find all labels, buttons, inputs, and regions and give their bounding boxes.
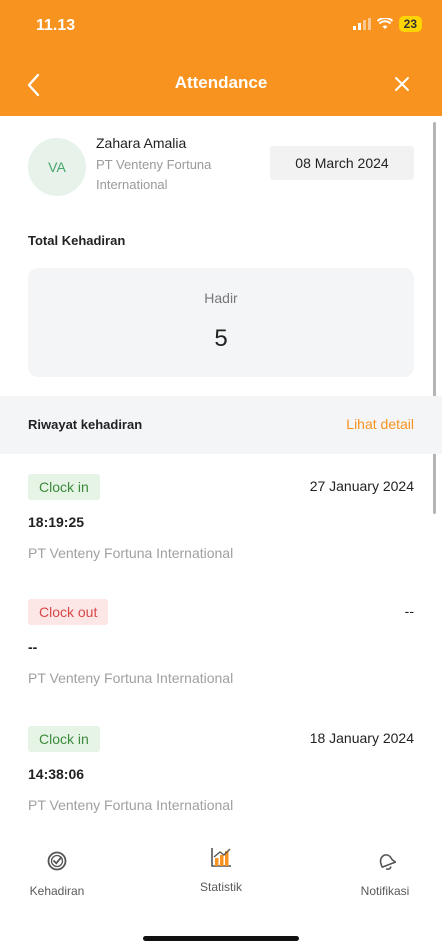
total-title: Total Kehadiran [28,233,126,248]
check-circle-icon [47,851,67,871]
entry-time: 18:19:25 [28,514,85,530]
clock-out-badge: Clock out [28,599,109,625]
list-item[interactable]: Clock out -- -- PT Venteny Fortuna Inter… [0,599,442,725]
clock-in-badge: Clock in [28,474,100,500]
tab-notifikasi[interactable]: Notifikasi [330,850,440,898]
page-title: Attendance [174,73,268,92]
history-header: Riwayat kehadiran Lihat detail [0,396,442,454]
bar-chart-icon [211,848,231,867]
company-line-2: International [96,177,168,192]
total-value: 5 [214,325,228,352]
signal-icon [352,18,371,30]
entry-date: 18 January 2024 [309,730,414,746]
bell-icon [379,854,396,870]
entry-time: -- [28,639,38,655]
home-indicator [143,936,299,941]
close-icon[interactable] [392,74,412,94]
entry-company: PT Venteny Fortuna International [28,670,234,686]
clock-in-badge: Clock in [28,726,100,752]
avatar: VA [28,138,86,196]
entry-date: -- [404,603,414,619]
company-name: PT Venteny Fortuna International [96,155,256,195]
status-time: 11.13 [36,17,76,34]
bottom-tab-bar: Kehadiran Statistik Notifikasi [0,826,442,952]
wifi-icon [376,18,393,29]
total-label: Hadir [204,290,238,306]
battery-indicator: 23 [398,16,422,32]
entry-company: PT Venteny Fortuna International [28,545,234,561]
entry-date: 27 January 2024 [309,478,414,494]
list-item[interactable]: Clock in 27 January 2024 18:19:25 PT Ven… [0,474,442,600]
tab-label: Kehadiran [29,884,85,898]
tab-label: Notifikasi [360,884,410,898]
history-title: Riwayat kehadiran [28,417,143,432]
tab-statistik[interactable]: Statistik [166,846,276,894]
tab-kehadiran[interactable]: Kehadiran [2,850,112,898]
company-line-1: PT Venteny Fortuna [96,157,212,172]
app-header: 11.13 23 Attendance [0,0,442,116]
see-detail-link[interactable]: Lihat detail [346,416,414,432]
user-name: Zahara Amalia [96,135,187,151]
date-selector[interactable]: 08 March 2024 [270,146,414,180]
total-card: Hadir 5 [28,268,414,377]
profile-section: VA Zahara Amalia PT Venteny Fortuna Inte… [0,116,442,216]
tab-label: Statistik [199,880,242,894]
entry-company: PT Venteny Fortuna International [28,797,234,813]
status-icons: 23 [352,16,422,32]
entry-time: 14:38:06 [28,766,85,782]
